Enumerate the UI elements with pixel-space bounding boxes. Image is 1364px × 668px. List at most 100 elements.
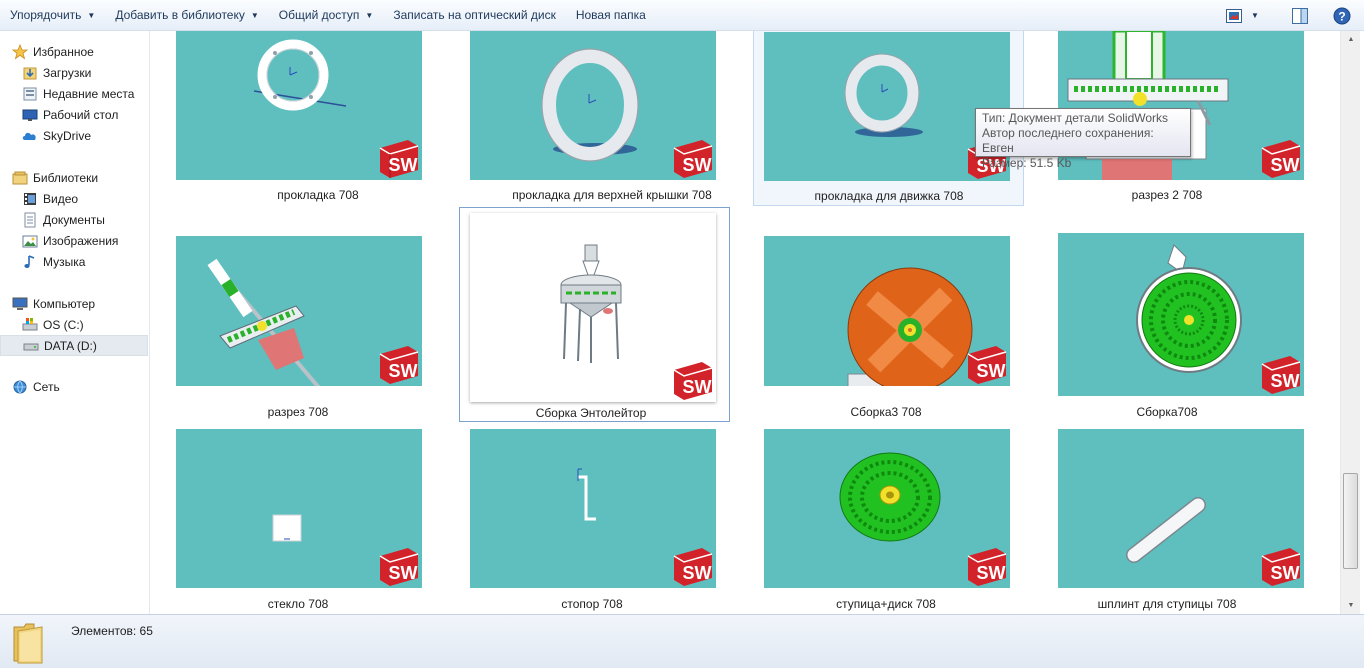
tooltip-size: Размер: 51.5 Kb <box>982 156 1072 170</box>
organize-button[interactable]: Упорядочить ▼ <box>0 0 105 31</box>
file-tile[interactable]: SW прокладка для верхней крышки 708 <box>447 31 717 202</box>
svg-text:SW: SW <box>683 155 712 175</box>
help-icon[interactable]: ? <box>1328 0 1356 31</box>
desktop-icon <box>22 107 38 123</box>
chevron-down-icon: ▼ <box>365 10 374 20</box>
file-tile[interactable]: SW шплинт для ступицы 708 <box>1035 429 1305 614</box>
sidebar-item-documents[interactable]: Документы <box>0 209 149 230</box>
scroll-thumb[interactable] <box>1343 473 1358 569</box>
sidebar-item-label: Музыка <box>43 254 86 269</box>
preview-pane-icon[interactable] <box>1286 0 1314 31</box>
sidebar-item-label: DATA (D:) <box>44 338 97 353</box>
file-name: разрез 2 708 <box>1131 188 1203 202</box>
file-name: прокладка для движка 708 <box>814 189 964 203</box>
file-name: стекло 708 <box>267 597 329 611</box>
sidebar-item-network[interactable]: Сеть <box>0 376 149 397</box>
sidebar-item-favorites[interactable]: Избранное <box>0 41 149 62</box>
file-tile[interactable]: SW Сборка3 708 <box>741 236 1011 434</box>
sidebar-item-recent-places[interactable]: Недавние места <box>0 83 149 104</box>
tooltip-type: Тип: Документ детали SolidWorks <box>982 111 1169 125</box>
svg-text:SW: SW <box>389 563 418 583</box>
file-thumbnail: SW <box>176 236 422 386</box>
file-name: стопор 708 <box>561 597 623 611</box>
file-thumbnail: SW <box>1058 429 1304 588</box>
vertical-scrollbar[interactable]: ▲ ▼ <box>1340 31 1360 614</box>
drive-c-icon <box>22 317 38 333</box>
pictures-icon <box>22 233 38 249</box>
solidworks-icon: SW <box>1261 140 1301 178</box>
new-folder-label: Новая папка <box>575 8 646 22</box>
file-thumbnail: SW <box>1058 233 1304 396</box>
solidworks-icon: SW <box>379 140 419 178</box>
chevron-down-icon: ▼ <box>250 10 259 20</box>
file-name: Сборка3 708 <box>850 405 922 419</box>
svg-text:SW: SW <box>683 563 712 583</box>
svg-text:SW: SW <box>389 155 418 175</box>
network-group: Сеть <box>0 376 149 397</box>
solidworks-icon: SW <box>673 548 713 586</box>
sidebar-item-label: Загрузки <box>43 65 92 80</box>
file-tile[interactable]: SW ступица+диск 708 <box>741 429 1011 614</box>
network-icon <box>12 379 28 395</box>
change-view-icon[interactable] <box>1220 0 1248 31</box>
file-tile[interactable]: SW Сборка Энтолейтор <box>459 207 730 422</box>
favorites-group: Избранное Загрузки Недавние места Рабочи… <box>0 41 149 146</box>
sidebar-item-computer[interactable]: Компьютер <box>0 293 149 314</box>
sidebar-item-desktop[interactable]: Рабочий стол <box>0 104 149 125</box>
burn-button[interactable]: Записать на оптический диск <box>383 0 566 31</box>
organize-label: Упорядочить <box>10 8 82 22</box>
file-tile[interactable]: SW стекло 708 <box>153 429 423 614</box>
documents-icon <box>22 212 38 228</box>
add-to-library-button[interactable]: Добавить в библиотеку ▼ <box>105 0 268 31</box>
computer-icon <box>12 296 28 312</box>
scroll-down-arrow-icon[interactable]: ▼ <box>1341 597 1361 614</box>
sidebar-item-drive-c[interactable]: OS (C:) <box>0 314 149 335</box>
music-icon <box>22 254 38 270</box>
sidebar-item-drive-d[interactable]: DATA (D:) <box>0 335 148 356</box>
file-thumbnail: SW <box>176 429 422 588</box>
sidebar-item-label: Рабочий стол <box>43 107 119 122</box>
sidebar-item-label: SkyDrive <box>43 128 92 143</box>
file-name: прокладка для верхней крышки 708 <box>512 188 712 202</box>
item-count: Элементов: 65 <box>71 624 153 638</box>
view-options-chevron-icon[interactable]: ▼ <box>1248 0 1262 31</box>
file-tile[interactable]: SW разрез 708 <box>153 236 423 434</box>
share-label: Общий доступ <box>278 8 360 22</box>
sidebar-item-label: Изображения <box>43 233 119 248</box>
file-name: Сборка708 <box>1136 405 1198 419</box>
share-button[interactable]: Общий доступ ▼ <box>269 0 384 31</box>
file-tile[interactable]: SW стопор 708 <box>447 429 717 614</box>
sidebar-item-video[interactable]: Видео <box>0 188 149 209</box>
solidworks-icon: SW <box>673 362 713 400</box>
new-folder-button[interactable]: Новая папка <box>566 0 656 31</box>
sidebar-item-downloads[interactable]: Загрузки <box>0 62 149 83</box>
burn-label: Записать на оптический диск <box>393 8 556 22</box>
solidworks-icon: SW <box>1261 356 1301 394</box>
sidebar-item-label: Библиотеки <box>33 170 99 185</box>
sidebar-item-pictures[interactable]: Изображения <box>0 230 149 251</box>
solidworks-icon: SW <box>967 346 1007 384</box>
sidebar-item-libraries[interactable]: Библиотеки <box>0 167 149 188</box>
file-thumbnail: SW <box>470 213 716 402</box>
skydrive-icon <box>22 128 38 144</box>
details-pane: Элементов: 65 <box>0 614 1364 668</box>
svg-text:SW: SW <box>1271 371 1300 391</box>
file-tile[interactable]: SW прокладка 708 <box>153 31 423 202</box>
svg-text:SW: SW <box>1271 155 1300 175</box>
file-name: ступица+диск 708 <box>836 597 936 611</box>
sidebar-item-label: Избранное <box>33 44 94 59</box>
downloads-icon <box>22 65 38 81</box>
scroll-up-arrow-icon[interactable]: ▲ <box>1341 31 1361 48</box>
sidebar-item-music[interactable]: Музыка <box>0 251 149 272</box>
file-info-tooltip: Тип: Документ детали SolidWorks Автор по… <box>975 108 1191 170</box>
solidworks-icon: SW <box>379 346 419 384</box>
file-thumbnail: SW <box>764 429 1010 588</box>
file-tile[interactable]: SW Сборка708 <box>1035 233 1305 431</box>
sidebar-item-label: Видео <box>43 191 79 206</box>
file-thumbnail: SW <box>470 429 716 588</box>
sidebar-item-skydrive[interactable]: SkyDrive <box>0 125 149 146</box>
sidebar-item-label: OS (C:) <box>43 317 84 332</box>
add-to-library-label: Добавить в библиотеку <box>115 8 245 22</box>
